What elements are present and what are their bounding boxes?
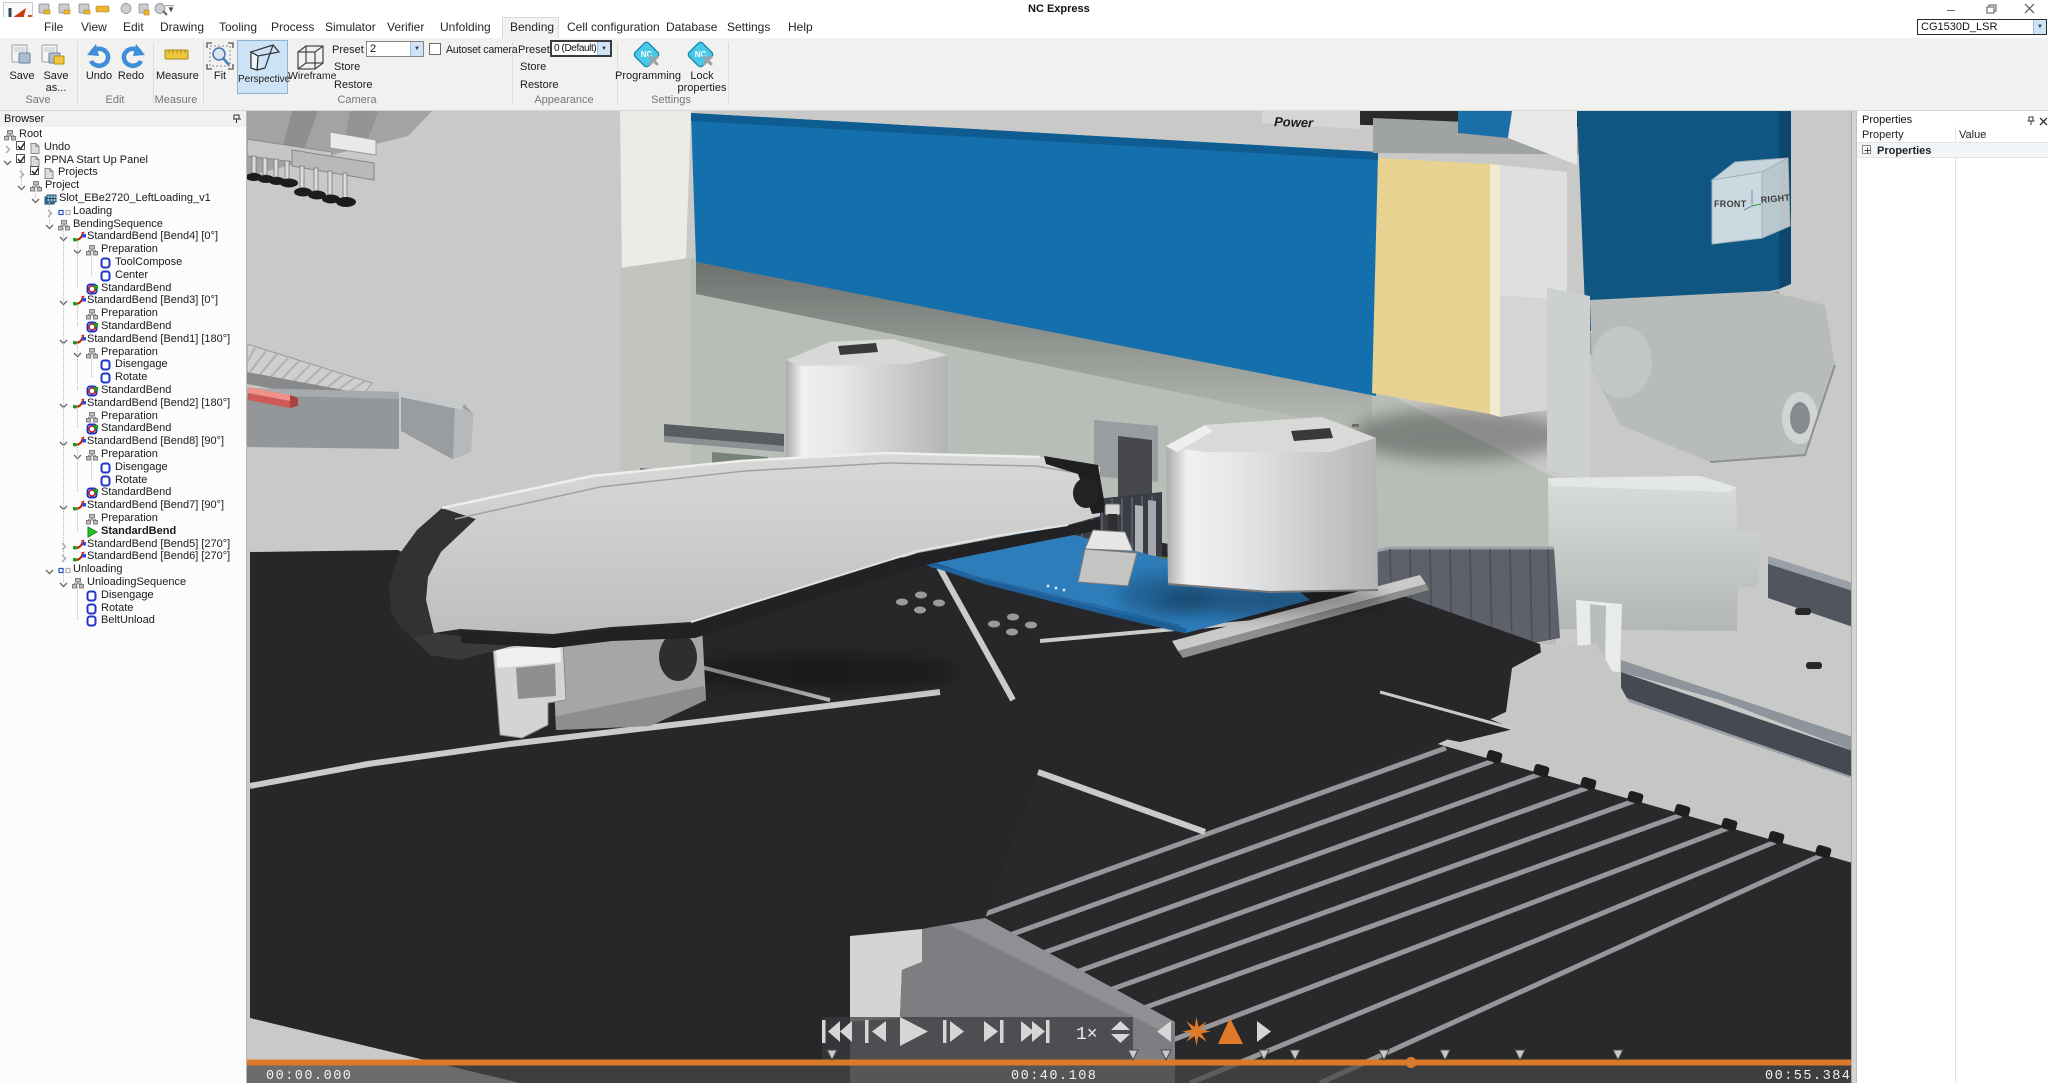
svg-text:1×: 1× bbox=[1076, 1025, 1098, 1045]
svg-text:00:00.000: 00:00.000 bbox=[266, 1069, 352, 1083]
svg-text:00:40.108: 00:40.108 bbox=[1011, 1069, 1097, 1083]
svg-text:FRONT: FRONT bbox=[1714, 199, 1747, 209]
svg-text:00:55.384: 00:55.384 bbox=[1765, 1069, 1851, 1083]
svg-text:Power: Power bbox=[1274, 114, 1314, 130]
